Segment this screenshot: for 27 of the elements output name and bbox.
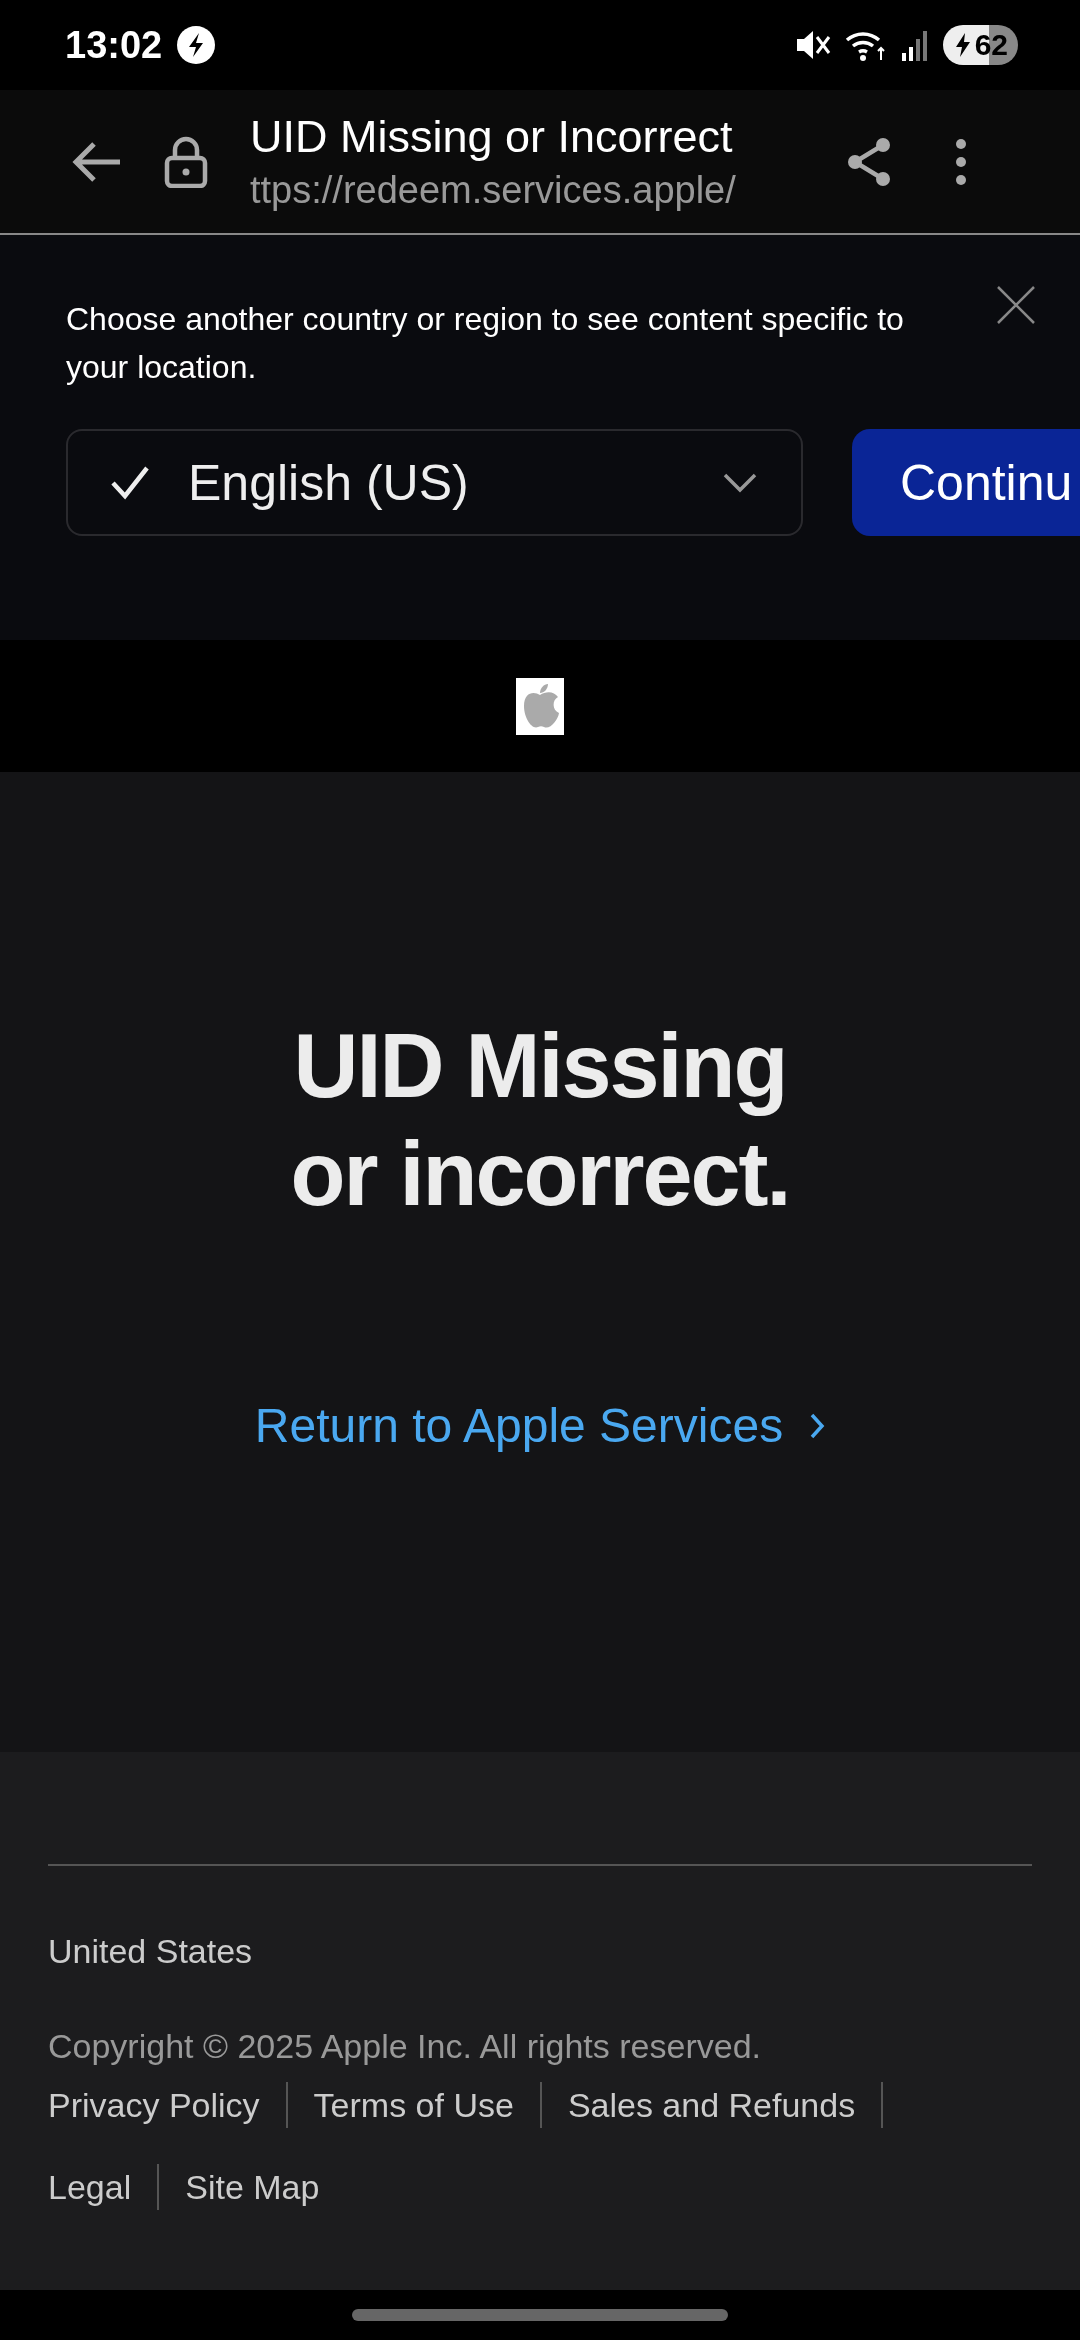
- app-notification-icon: [176, 25, 217, 65]
- mute-icon: [794, 28, 831, 62]
- footer-link[interactable]: Privacy Policy: [48, 2082, 286, 2128]
- more-options-icon[interactable]: [955, 137, 967, 186]
- apple-logo-icon: [516, 677, 564, 735]
- chevron-right-icon: [809, 1411, 826, 1440]
- return-link[interactable]: Return to Apple Services: [254, 1398, 826, 1453]
- back-arrow-icon[interactable]: [70, 139, 122, 184]
- lock-icon[interactable]: [164, 135, 208, 188]
- region-message: Choose another country or region to see content specific to your location.: [66, 300, 905, 387]
- page-title: UID Missing or Incorrect: [250, 111, 734, 163]
- copyright-text: Copyright © 2025 Apple Inc. All rights reserved.: [48, 2027, 762, 2066]
- url-text[interactable]: ttps://redeem.services.apple/: [250, 169, 795, 212]
- footer-link[interactable]: Legal: [48, 2164, 158, 2210]
- continue-button[interactable]: Continu: [852, 429, 1080, 536]
- language-select[interactable]: English (US): [66, 429, 803, 536]
- error-heading: UID Missing or incorrect.: [290, 1015, 790, 1226]
- footer-link[interactable]: Sales and Refunds: [539, 2082, 884, 2128]
- clock-time: 13:02: [65, 23, 163, 67]
- close-icon[interactable]: [996, 285, 1036, 325]
- checkmark-icon: [110, 464, 150, 501]
- chevron-down-icon: [723, 472, 757, 493]
- footer-link[interactable]: Site Map: [157, 2164, 346, 2210]
- share-icon[interactable]: [845, 135, 893, 188]
- country-label[interactable]: United States: [48, 1932, 1032, 1971]
- signal-icon: [900, 29, 929, 61]
- footer-link[interactable]: Terms of Use: [285, 2082, 540, 2128]
